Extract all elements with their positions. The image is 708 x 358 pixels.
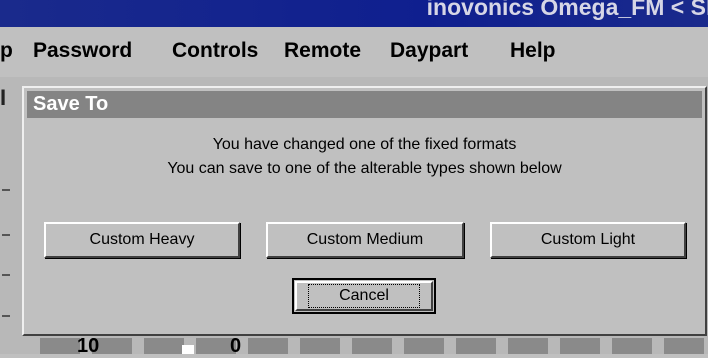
- menubar: p Password Controls Remote Daypart Help: [0, 27, 708, 77]
- menu-item-password[interactable]: Password: [33, 39, 132, 63]
- menu-item-daypart[interactable]: Daypart: [390, 39, 468, 63]
- dialog-message-line2: You can save to one of the alterable typ…: [167, 160, 562, 177]
- parent-left-label: I: [0, 85, 7, 110]
- scale-tick: [2, 274, 10, 276]
- scale-tick: [2, 189, 10, 191]
- menu-item-controls[interactable]: Controls: [172, 39, 258, 63]
- menu-item-partial[interactable]: p: [0, 39, 13, 63]
- custom-medium-button[interactable]: Custom Medium: [266, 222, 464, 258]
- scale-tick: [2, 315, 10, 317]
- meter-value-right: 0: [230, 335, 242, 357]
- dialog-titlebar[interactable]: Save To: [27, 91, 702, 118]
- custom-heavy-button[interactable]: Custom Heavy: [44, 222, 240, 258]
- cancel-button-face: Cancel: [295, 281, 433, 311]
- save-to-dialog: Save To You have changed one of the fixe…: [22, 86, 707, 336]
- app-title: inovonics Omega_FM < Sh: [426, 0, 708, 20]
- menu-item-remote[interactable]: Remote: [284, 39, 361, 63]
- custom-light-button[interactable]: Custom Light: [490, 222, 686, 258]
- cancel-button[interactable]: Cancel: [292, 278, 436, 314]
- menu-item-help[interactable]: Help: [510, 39, 556, 63]
- meter-indicator: [182, 345, 194, 354]
- cancel-button-label: Cancel: [308, 284, 420, 308]
- scale-tick: [2, 234, 10, 236]
- meter-value-left: 10: [77, 335, 100, 357]
- meter-strip: [40, 338, 708, 354]
- app-titlebar: inovonics Omega_FM < Sh: [0, 0, 708, 27]
- dialog-title: Save To: [33, 93, 109, 115]
- dialog-message-line1: You have changed one of the fixed format…: [212, 136, 517, 153]
